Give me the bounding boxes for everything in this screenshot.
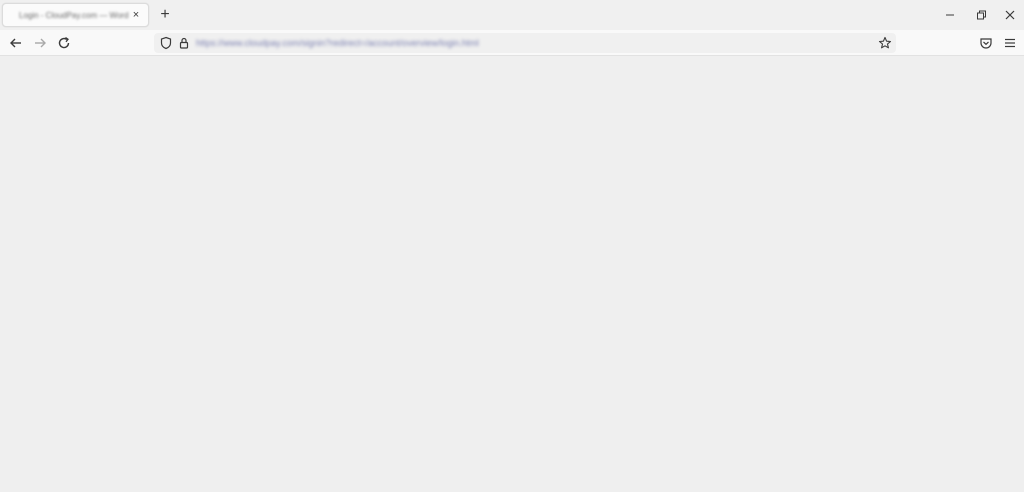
- restore-button[interactable]: [974, 8, 988, 22]
- minimize-button[interactable]: [943, 8, 957, 22]
- close-icon: [1005, 10, 1015, 20]
- tab-title: Login - CloudPay.com — Word: [19, 11, 129, 20]
- minimize-icon: [946, 14, 954, 16]
- pocket-button[interactable]: [978, 35, 994, 51]
- page-content-area[interactable]: [0, 56, 1024, 492]
- pocket-icon: [980, 38, 992, 49]
- restore-icon: [977, 10, 986, 20]
- bookmark-star-icon: [878, 36, 892, 49]
- address-bar[interactable]: https://www.cloudpay.com/signin?redirect…: [154, 33, 896, 53]
- new-tab-button[interactable]: +: [157, 7, 173, 23]
- site-info-button[interactable]: [176, 35, 192, 51]
- lock-icon: [179, 37, 189, 49]
- reload-button[interactable]: [56, 35, 72, 51]
- forward-icon: [35, 38, 46, 48]
- browser-window: Login - CloudPay.com — Word × + https://…: [0, 0, 1024, 492]
- back-icon: [10, 38, 21, 48]
- tab-close-icon[interactable]: ×: [130, 8, 142, 22]
- menu-icon: [1005, 38, 1015, 48]
- reload-icon: [58, 36, 70, 49]
- app-menu-button[interactable]: [1002, 35, 1018, 51]
- url-text[interactable]: https://www.cloudpay.com/signin?redirect…: [196, 36, 479, 50]
- navigation-toolbar: https://www.cloudpay.com/signin?redirect…: [0, 30, 1024, 56]
- back-button[interactable]: [8, 35, 24, 51]
- bookmark-button[interactable]: [877, 35, 893, 51]
- forward-button[interactable]: [32, 35, 48, 51]
- tab-strip: Login - CloudPay.com — Word × +: [0, 0, 1024, 30]
- shield-icon: [160, 36, 172, 50]
- close-window-button[interactable]: [1003, 8, 1017, 22]
- tracking-protection-button[interactable]: [158, 35, 174, 51]
- tab-active[interactable]: Login - CloudPay.com — Word ×: [2, 3, 149, 27]
